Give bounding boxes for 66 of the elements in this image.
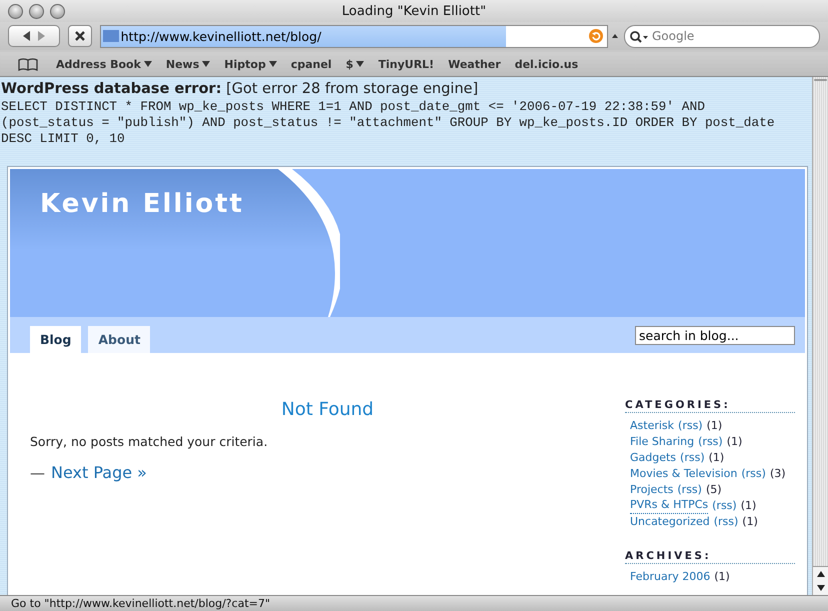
archive-link[interactable]: February 2006 — [630, 569, 710, 585]
category-link[interactable]: File Sharing — [630, 434, 694, 450]
rss-link[interactable]: (rss) — [698, 434, 723, 450]
pager-dash: — — [30, 464, 45, 482]
post-count: (5) — [706, 482, 722, 498]
category-link[interactable]: Gadgets — [630, 450, 676, 466]
scroll-down-arrow-icon[interactable] — [816, 585, 824, 591]
rss-link[interactable]: (rss) — [741, 466, 766, 482]
bookmark-item[interactable]: News — [166, 58, 200, 70]
next-page-link[interactable]: Next Page » — [51, 463, 147, 482]
search-icon[interactable] — [629, 30, 649, 44]
categories-heading: CATEGORIES: — [625, 399, 795, 413]
archives-heading: ARCHIVES: — [625, 550, 795, 564]
zoom-window-button[interactable] — [50, 4, 65, 18]
back-forward-button[interactable] — [8, 25, 60, 47]
page-icon — [102, 30, 119, 42]
blog-title: Kevin Elliott — [40, 189, 244, 219]
dropdown-arrow-icon[interactable] — [356, 61, 364, 67]
sql-query-line: SELECT DISTINCT * FROM wp_ke_posts WHERE 1=1 AND post_date_gmt <= '2006-07-19 22:38:59' AND — [1, 99, 706, 115]
post-count: (1) — [726, 434, 742, 450]
status-text: Go to "http://www.kevinelliott.net/blog/?cat=7" — [11, 597, 270, 610]
sql-query-line: (post_status = "publish") AND post_status != "attachment" GROUP BY wp_ke_posts.ID ORDER BY post_date — [1, 115, 776, 131]
dropdown-arrow-icon[interactable] — [144, 61, 152, 67]
rss-link[interactable]: (rss) — [714, 514, 738, 530]
bookmark-item[interactable]: cpanel — [290, 58, 332, 70]
blog-search-field[interactable]: search in blog... — [635, 326, 795, 345]
sql-query-line: DESC LIMIT 0, 10 — [1, 131, 126, 147]
category-link[interactable]: Movies & Television — [630, 466, 738, 482]
bookmark-item[interactable]: TinyURL! — [378, 58, 434, 70]
window-title: Loading "Kevin Elliott" — [342, 4, 486, 18]
bookmarks-book-icon[interactable] — [18, 58, 38, 70]
post-count: (1) — [708, 450, 724, 466]
rss-link[interactable]: (rss) — [678, 418, 703, 434]
category-link[interactable]: Projects — [630, 482, 674, 498]
nav-tab[interactable]: About — [88, 326, 150, 353]
close-window-button[interactable] — [8, 4, 23, 18]
post-count: (3) — [770, 466, 786, 482]
bookmark-item[interactable]: Address Book — [56, 58, 141, 70]
stop-button[interactable] — [68, 25, 92, 47]
category-link[interactable]: Uncategorized — [630, 514, 710, 530]
post-count: (1) — [706, 418, 722, 434]
error-heading: WordPress database error: [Got error 28 from storage engine] — [1, 80, 480, 99]
not-found-heading: Not Found — [281, 399, 374, 420]
search-field[interactable]: Google — [624, 24, 820, 48]
post-count: (1) — [740, 498, 756, 514]
rss-link[interactable]: (rss) — [677, 482, 702, 498]
scrollbar-thumb[interactable] — [814, 79, 827, 81]
bookmark-item[interactable]: Weather — [448, 58, 501, 70]
bookmark-item[interactable]: del.icio.us — [514, 58, 578, 70]
bookmark-item[interactable]: $ — [346, 58, 354, 70]
rss-link[interactable]: (rss) — [712, 498, 737, 514]
dropdown-arrow-icon[interactable] — [202, 61, 210, 67]
no-posts-message: Sorry, no posts matched your criteria. — [30, 434, 269, 449]
address-field[interactable]: http://www.kevinelliott.net/blog/ — [100, 24, 608, 48]
dropdown-arrow-icon[interactable] — [268, 61, 277, 67]
bookmark-item[interactable]: Hiptop — [224, 58, 266, 70]
stop-icon — [74, 30, 86, 42]
minimize-window-button[interactable] — [29, 4, 44, 18]
category-link[interactable]: PVRs & HTPCs — [630, 498, 708, 514]
snapback-icon[interactable] — [612, 33, 618, 39]
category-link[interactable]: Asterisk — [630, 418, 674, 434]
post-count: (1) — [742, 514, 758, 530]
rss-link[interactable]: (rss) — [680, 450, 705, 466]
nav-tab[interactable]: Blog — [30, 326, 82, 353]
scroll-up-arrow-icon[interactable] — [816, 571, 824, 577]
post-count: (1) — [714, 569, 730, 585]
